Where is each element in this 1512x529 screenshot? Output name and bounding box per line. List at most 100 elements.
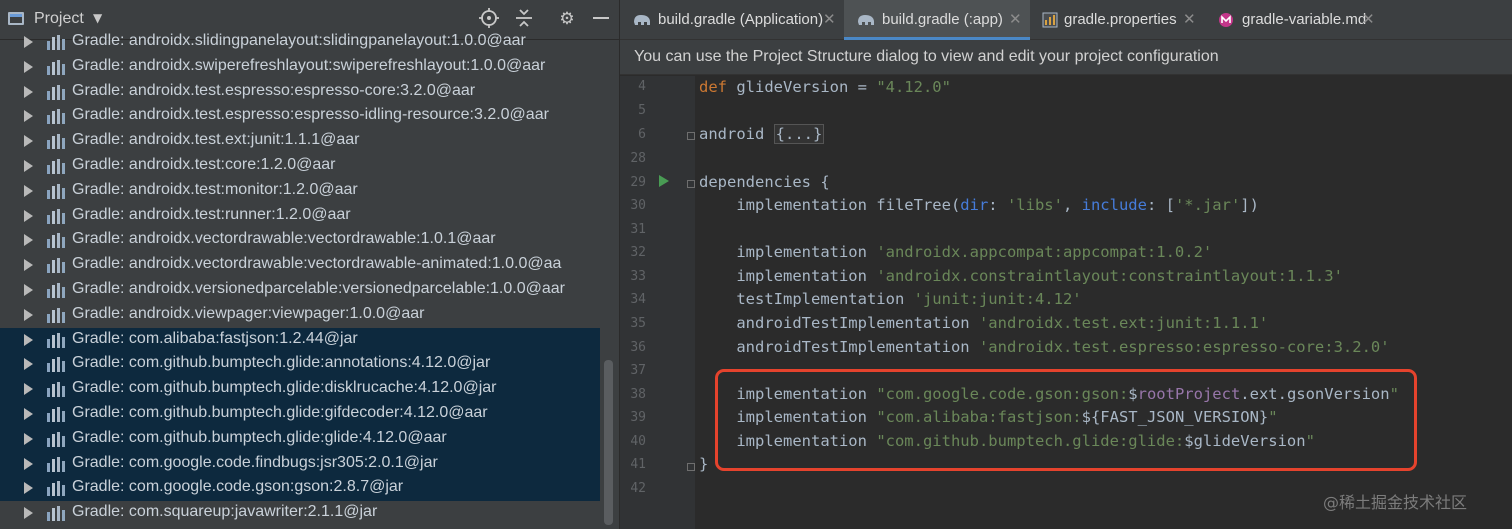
expand-arrow-icon[interactable] bbox=[24, 85, 33, 98]
tree-item[interactable]: Gradle: androidx.versionedparcelable:ver… bbox=[0, 278, 600, 303]
code-text: androidTestImplementation bbox=[699, 338, 979, 356]
tree-item[interactable]: Gradle: androidx.test.espresso:espresso-… bbox=[0, 104, 600, 129]
fold-toggle-icon[interactable] bbox=[687, 132, 695, 140]
expand-arrow-icon[interactable] bbox=[24, 60, 33, 73]
expand-arrow-icon[interactable] bbox=[24, 234, 33, 247]
expand-arrow-icon[interactable] bbox=[24, 333, 33, 346]
close-icon[interactable]: ✕ bbox=[823, 10, 836, 28]
tree-item[interactable]: Gradle: com.github.bumptech.glide:glide:… bbox=[0, 426, 600, 452]
expand-arrow-icon[interactable] bbox=[24, 135, 33, 148]
library-icon bbox=[47, 84, 67, 100]
expand-arrow-icon[interactable] bbox=[24, 432, 33, 445]
tree-item[interactable]: Gradle: com.squareup:javawriter:2.1.1@ja… bbox=[0, 501, 600, 526]
tree-item[interactable]: Gradle: androidx.viewpager:viewpager:1.0… bbox=[0, 303, 600, 328]
gradle-elephant-icon bbox=[856, 12, 876, 26]
code-text: testImplementation bbox=[699, 290, 914, 308]
markdown-file-icon bbox=[1218, 12, 1238, 27]
project-tree: Gradle: androidx.slidingpanelayout:slidi… bbox=[0, 32, 602, 529]
close-icon[interactable]: ✕ bbox=[1362, 10, 1375, 28]
expand-arrow-icon[interactable] bbox=[24, 259, 33, 272]
tree-item[interactable]: Gradle: com.github.bumptech.glide:gifdec… bbox=[0, 402, 600, 427]
tree-item[interactable]: Gradle: androidx.vectordrawable:vectordr… bbox=[0, 228, 600, 253]
tab-gradle-properties[interactable]: gradle.properties ✕ bbox=[1030, 0, 1206, 40]
tree-item[interactable]: Gradle: com.google.code.gson:gson:2.8.7@… bbox=[0, 476, 600, 502]
named-arg-token: include bbox=[1081, 196, 1147, 214]
line-number: 41 bbox=[630, 457, 646, 472]
expand-arrow-icon[interactable] bbox=[24, 507, 33, 520]
line-number: 32 bbox=[630, 245, 646, 260]
tree-item-label: Gradle: com.alibaba:fastjson:1.2.44@jar bbox=[72, 329, 358, 347]
library-icon bbox=[47, 109, 67, 125]
chevron-down-icon[interactable]: ▼ bbox=[93, 11, 102, 25]
expand-arrow-icon[interactable] bbox=[24, 408, 33, 420]
tree-item[interactable]: Gradle: androidx.test:monitor:1.2.0@aar bbox=[0, 179, 600, 204]
line-number: 39 bbox=[630, 410, 646, 425]
tree-item-label: Gradle: com.github.bumptech.glide:gifdec… bbox=[72, 404, 488, 421]
close-icon[interactable]: ✕ bbox=[1183, 10, 1196, 28]
tree-item-label: Gradle: com.google.code.gson:gson:2.8.7@… bbox=[72, 478, 404, 496]
line-number: 35 bbox=[630, 316, 646, 331]
tree-item-label: Gradle: androidx.versionedparcelable:ver… bbox=[72, 280, 565, 297]
tree-item[interactable]: Gradle: androidx.test:runner:1.2.0@aar bbox=[0, 204, 600, 229]
tree-item[interactable]: Gradle: com.github.bumptech.glide:annota… bbox=[0, 352, 600, 378]
minimize-icon[interactable] bbox=[590, 8, 612, 30]
line-number: 40 bbox=[630, 434, 646, 449]
expand-arrow-icon[interactable] bbox=[24, 110, 33, 123]
library-icon bbox=[47, 258, 67, 274]
fold-end-icon[interactable] bbox=[687, 463, 695, 471]
line-number: 29 bbox=[630, 175, 646, 190]
code-line-35: androidTestImplementation 'androidx.test… bbox=[699, 314, 1268, 332]
tree-item[interactable]: Gradle: androidx.test.espresso:espresso-… bbox=[0, 80, 600, 105]
tree-item[interactable]: Gradle: androidx.vectordrawable:vectordr… bbox=[0, 253, 600, 278]
expand-arrow-icon[interactable] bbox=[24, 383, 33, 396]
library-icon bbox=[47, 307, 67, 323]
library-icon bbox=[47, 233, 67, 249]
string-token: '*.jar' bbox=[1174, 196, 1241, 214]
expand-arrow-icon[interactable] bbox=[24, 482, 33, 495]
library-icon bbox=[47, 159, 67, 174]
gear-icon[interactable]: ⚙ bbox=[556, 8, 578, 30]
fold-toggle-icon[interactable] bbox=[687, 180, 695, 188]
expand-arrow-icon[interactable] bbox=[24, 308, 33, 321]
named-arg-token: dir bbox=[960, 196, 989, 214]
tree-item[interactable]: Gradle: androidx.test.ext:junit:1.1.1@aa… bbox=[0, 129, 600, 154]
line-number: 30 bbox=[630, 198, 646, 213]
tree-item[interactable]: Gradle: com.google.code.findbugs:jsr305:… bbox=[0, 451, 600, 477]
expand-arrow-icon[interactable] bbox=[24, 160, 33, 172]
line-number: 42 bbox=[630, 481, 646, 496]
tree-item[interactable]: Gradle: com.alibaba:fastjson:1.2.44@jar bbox=[0, 327, 600, 353]
line-number: 38 bbox=[630, 387, 646, 402]
tree-item-label: Gradle: androidx.vectordrawable:vectordr… bbox=[72, 230, 496, 248]
tree-item[interactable]: Gradle: androidx.test:core:1.2.0@aar bbox=[0, 154, 600, 179]
tree-scrollbar[interactable] bbox=[604, 360, 613, 525]
tree-item[interactable]: Gradle: androidx.swiperefreshlayout:swip… bbox=[0, 55, 600, 80]
string-token: 'androidx.test.espresso:espresso-core:3.… bbox=[978, 338, 1390, 356]
expand-arrow-icon[interactable] bbox=[24, 36, 33, 48]
code-line-29: dependencies { bbox=[699, 173, 830, 191]
expand-arrow-icon[interactable] bbox=[24, 184, 33, 197]
ide-window: Project ▼ ⚙ Gradle: androidx.slidingpane… bbox=[0, 0, 1512, 529]
tab-gradle-variable-md[interactable]: gradle-variable.md ✕ bbox=[1206, 0, 1386, 40]
expand-arrow-icon[interactable] bbox=[24, 457, 33, 470]
project-view-selector[interactable]: Project bbox=[34, 10, 84, 28]
tree-item[interactable]: Gradle: androidx.slidingpanelayout:slidi… bbox=[0, 30, 600, 55]
tab-build-gradle-application[interactable]: build.gradle (Application) ✕ bbox=[620, 0, 844, 40]
expand-arrow-icon[interactable] bbox=[24, 284, 33, 296]
library-icon bbox=[47, 59, 67, 75]
tree-item-label: Gradle: androidx.test.espresso:espresso-… bbox=[72, 106, 549, 124]
line-number-gutter[interactable]: 4 5 6 28 29 30 31 32 33 34 35 36 37 38 3… bbox=[620, 76, 695, 529]
tree-item[interactable]: Gradle: com.github.bumptech.glide:disklr… bbox=[0, 377, 600, 402]
banner-text: You can use the Project Structure dialog… bbox=[634, 48, 1219, 65]
folded-region[interactable]: {...} bbox=[773, 124, 825, 144]
close-icon[interactable]: ✕ bbox=[1009, 10, 1022, 28]
code-text: dependencies { bbox=[699, 173, 830, 191]
library-icon bbox=[47, 134, 67, 150]
collapse-all-icon[interactable] bbox=[513, 8, 535, 30]
tab-build-gradle-app[interactable]: build.gradle (:app) ✕ bbox=[844, 0, 1030, 40]
line-number: 28 bbox=[630, 151, 646, 166]
target-icon[interactable] bbox=[478, 8, 500, 30]
expand-arrow-icon[interactable] bbox=[24, 209, 33, 222]
run-gutter-icon[interactable] bbox=[659, 175, 669, 187]
expand-arrow-icon[interactable] bbox=[24, 358, 33, 371]
gradle-elephant-icon bbox=[632, 12, 652, 26]
